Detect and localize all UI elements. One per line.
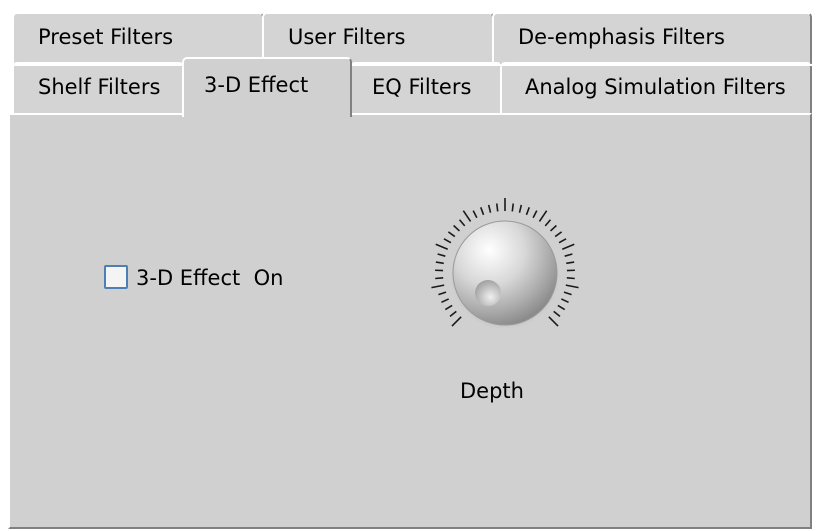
knob-tick bbox=[538, 210, 548, 222]
knob-tick bbox=[566, 261, 575, 265]
knob-pointer-dimple bbox=[475, 280, 501, 306]
knob-tick bbox=[435, 277, 444, 280]
knob-tick bbox=[462, 210, 472, 222]
tab-shelf-filters[interactable]: Shelf Filters bbox=[12, 62, 184, 114]
knob-tick bbox=[557, 304, 566, 311]
knob-tick bbox=[435, 243, 449, 251]
knob-tick bbox=[561, 243, 575, 251]
tab-eq-filters[interactable]: EQ Filters bbox=[350, 62, 502, 114]
knob-tick bbox=[565, 284, 579, 289]
knob-tick bbox=[449, 310, 457, 317]
knob-tick bbox=[553, 310, 561, 317]
tab-row-divider bbox=[8, 64, 812, 66]
knob-tick bbox=[480, 207, 485, 216]
knob-tick bbox=[438, 291, 447, 296]
3d-effect-on-checkbox[interactable] bbox=[104, 265, 128, 289]
knob-tick bbox=[451, 316, 462, 327]
tab-panel-3d-effect bbox=[8, 113, 812, 529]
tab-label: Analog Simulation Filters bbox=[525, 75, 786, 99]
depth-label: Depth bbox=[460, 379, 524, 403]
knob-tick bbox=[435, 261, 444, 265]
knob-tick bbox=[549, 224, 557, 232]
knob-tick bbox=[566, 277, 575, 280]
tab-label: Shelf Filters bbox=[38, 75, 161, 99]
knob-tick bbox=[532, 210, 538, 219]
knob-tick bbox=[511, 203, 515, 212]
knob-tick bbox=[518, 204, 523, 213]
knob-tick bbox=[437, 253, 446, 257]
knob-tick bbox=[431, 284, 445, 289]
tab-3d-effect[interactable]: 3-D Effect bbox=[182, 57, 352, 117]
knob-tick bbox=[443, 238, 452, 244]
3d-effect-on-label: 3-D Effect On bbox=[136, 266, 284, 290]
knob-tick bbox=[544, 219, 552, 227]
knob-tick bbox=[444, 304, 453, 311]
knob-tick bbox=[525, 207, 530, 216]
tab-label: De-emphasis Filters bbox=[518, 25, 725, 49]
knob-tick bbox=[447, 231, 456, 238]
tab-label: EQ Filters bbox=[372, 75, 472, 99]
knob-tick bbox=[548, 316, 559, 327]
knob-tick bbox=[453, 224, 461, 232]
knob-tick bbox=[441, 298, 450, 304]
knob-tick bbox=[558, 238, 567, 244]
knob-tick bbox=[487, 204, 492, 213]
knob-tick bbox=[495, 203, 499, 212]
knob-body bbox=[452, 220, 558, 326]
tab-label: Preset Filters bbox=[38, 25, 174, 49]
knob-tick bbox=[560, 298, 569, 304]
knob-tick bbox=[563, 291, 572, 296]
knob-tick bbox=[564, 253, 573, 257]
knob-tick bbox=[458, 219, 466, 227]
knob-tick bbox=[472, 210, 478, 219]
depth-knob[interactable] bbox=[425, 195, 585, 345]
tab-analog-simulation-filters[interactable]: Analog Simulation Filters bbox=[500, 62, 812, 114]
knob-tick bbox=[554, 231, 563, 238]
tab-label: User Filters bbox=[288, 25, 406, 49]
tab-label: 3-D Effect bbox=[204, 73, 309, 97]
tab-de-emphasis-filters[interactable]: De-emphasis Filters bbox=[492, 12, 812, 66]
